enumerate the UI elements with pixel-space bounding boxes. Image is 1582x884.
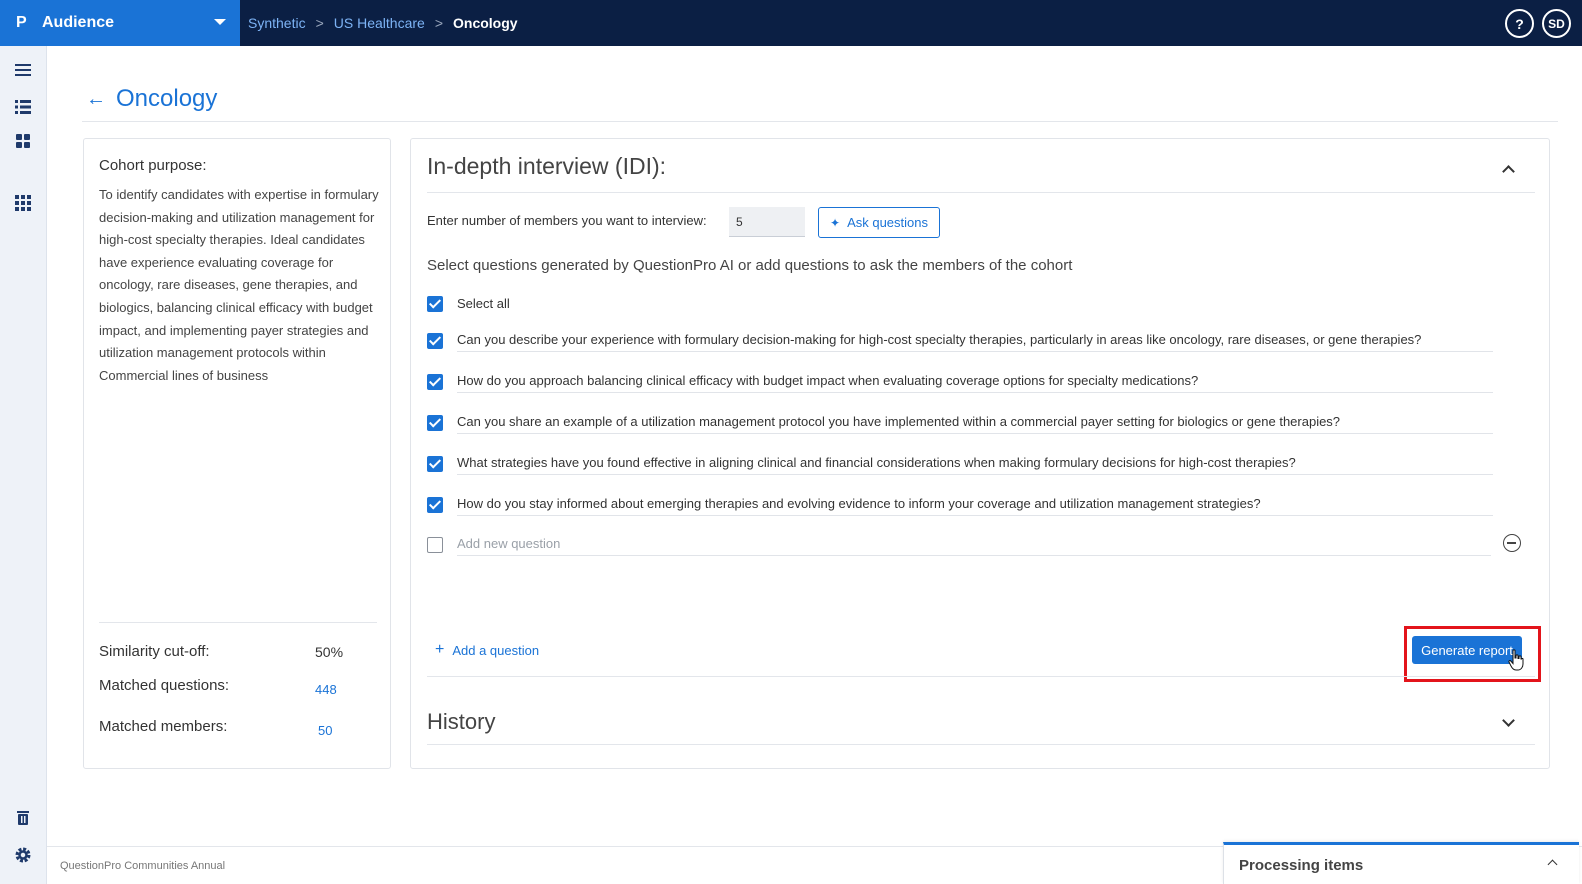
ask-questions-label: Ask questions bbox=[847, 215, 928, 230]
members-count-label: Enter number of members you want to inte… bbox=[427, 213, 707, 228]
cohort-purpose-text: To identify candidates with expertise in… bbox=[99, 187, 379, 383]
cohort-card: Cohort purpose: To identify candidates w… bbox=[83, 138, 391, 769]
matched-members-label: Matched members: bbox=[99, 718, 228, 735]
question-text[interactable]: Can you share an example of a utilizatio… bbox=[457, 414, 1340, 429]
matched-questions-label: Matched questions: bbox=[99, 677, 230, 694]
list-icon[interactable] bbox=[13, 97, 33, 117]
question-underline bbox=[457, 474, 1493, 475]
processing-items-label: Processing items bbox=[1239, 857, 1364, 874]
select-questions-prompt: Select questions generated by QuestionPr… bbox=[427, 257, 1073, 274]
question-checkbox[interactable] bbox=[427, 456, 443, 472]
apps-grid-icon[interactable] bbox=[13, 193, 33, 213]
similarity-label: Similarity cut-off: bbox=[99, 643, 210, 660]
remove-circle-icon[interactable] bbox=[1503, 534, 1521, 552]
cohort-purpose-label: Cohort purpose: bbox=[99, 157, 207, 174]
new-question-input[interactable] bbox=[457, 532, 1491, 554]
question-underline bbox=[457, 392, 1493, 393]
app-switcher[interactable]: P Audience bbox=[0, 0, 240, 46]
page-heading: ← Oncology bbox=[86, 84, 217, 114]
dashboard-icon[interactable] bbox=[13, 131, 33, 151]
question-checkbox[interactable] bbox=[427, 374, 443, 390]
breadcrumb-current: Oncology bbox=[453, 15, 518, 31]
processing-items-panel[interactable]: Processing items bbox=[1223, 842, 1579, 884]
select-all-label: Select all bbox=[457, 296, 510, 311]
add-question-label: Add a question bbox=[452, 642, 540, 658]
left-rail bbox=[0, 46, 47, 884]
breadcrumb-separator: > bbox=[315, 15, 324, 31]
members-count-input[interactable] bbox=[729, 207, 805, 237]
generate-report-button[interactable]: Generate report bbox=[1412, 636, 1522, 664]
question-text[interactable]: Can you describe your experience with fo… bbox=[457, 332, 1421, 347]
app-name: Audience bbox=[42, 14, 115, 31]
breadcrumb-synthetic[interactable]: Synthetic bbox=[248, 15, 306, 31]
question-underline bbox=[457, 433, 1493, 434]
settings-icon[interactable] bbox=[13, 845, 33, 865]
question-text[interactable]: How do you approach balancing clinical e… bbox=[457, 373, 1198, 388]
question-checkbox[interactable] bbox=[427, 415, 443, 431]
chevron-down-icon[interactable] bbox=[1502, 714, 1515, 727]
app-logo: P bbox=[16, 14, 27, 31]
add-question-button[interactable]: + Add a question bbox=[435, 641, 539, 659]
matched-questions-link[interactable]: 448 bbox=[315, 682, 337, 697]
trash-icon[interactable] bbox=[13, 808, 33, 828]
history-top-divider bbox=[427, 676, 1535, 677]
ask-questions-button[interactable]: ✦ Ask questions bbox=[818, 207, 940, 238]
similarity-value: 50% bbox=[315, 644, 344, 660]
menu-icon[interactable] bbox=[13, 60, 33, 80]
stats-divider bbox=[99, 622, 377, 623]
new-question-underline bbox=[457, 555, 1491, 556]
breadcrumb: Synthetic > US Healthcare > Oncology bbox=[248, 0, 518, 46]
plus-icon: + bbox=[435, 641, 445, 658]
question-underline bbox=[457, 515, 1493, 516]
question-checkbox[interactable] bbox=[427, 497, 443, 513]
question-text[interactable]: How do you stay informed about emerging … bbox=[457, 496, 1261, 511]
matched-members-link[interactable]: 50 bbox=[318, 723, 332, 738]
history-section-title[interactable]: History bbox=[427, 709, 495, 735]
idi-section-title: In-depth interview (IDI): bbox=[427, 153, 667, 179]
heading-divider bbox=[82, 121, 1558, 122]
question-checkbox[interactable] bbox=[427, 333, 443, 349]
hand-cursor-icon bbox=[1508, 649, 1524, 671]
question-text[interactable]: What strategies have you found effective… bbox=[457, 455, 1296, 470]
idi-divider bbox=[427, 192, 1535, 193]
history-bottom-divider bbox=[427, 744, 1535, 745]
caret-down-icon bbox=[214, 19, 226, 25]
page-title: Oncology bbox=[116, 85, 218, 112]
breadcrumb-separator: > bbox=[434, 15, 444, 31]
help-icon[interactable]: ? bbox=[1505, 9, 1534, 38]
select-all-checkbox[interactable] bbox=[427, 296, 443, 312]
idi-card: In-depth interview (IDI): Enter number o… bbox=[410, 138, 1550, 769]
question-underline bbox=[457, 351, 1493, 352]
back-arrow-icon[interactable]: ← bbox=[86, 88, 106, 111]
footer-text: QuestionPro Communities Annual bbox=[60, 860, 226, 872]
chevron-up-icon[interactable] bbox=[1502, 165, 1515, 178]
chevron-up-icon[interactable] bbox=[1547, 859, 1558, 870]
top-bar: P Audience Synthetic > US Healthcare > O… bbox=[0, 0, 1582, 46]
breadcrumb-us-healthcare[interactable]: US Healthcare bbox=[334, 15, 425, 31]
user-avatar[interactable]: SD bbox=[1542, 9, 1571, 38]
sparkle-icon: ✦ bbox=[830, 215, 841, 230]
new-question-checkbox[interactable] bbox=[427, 537, 443, 553]
